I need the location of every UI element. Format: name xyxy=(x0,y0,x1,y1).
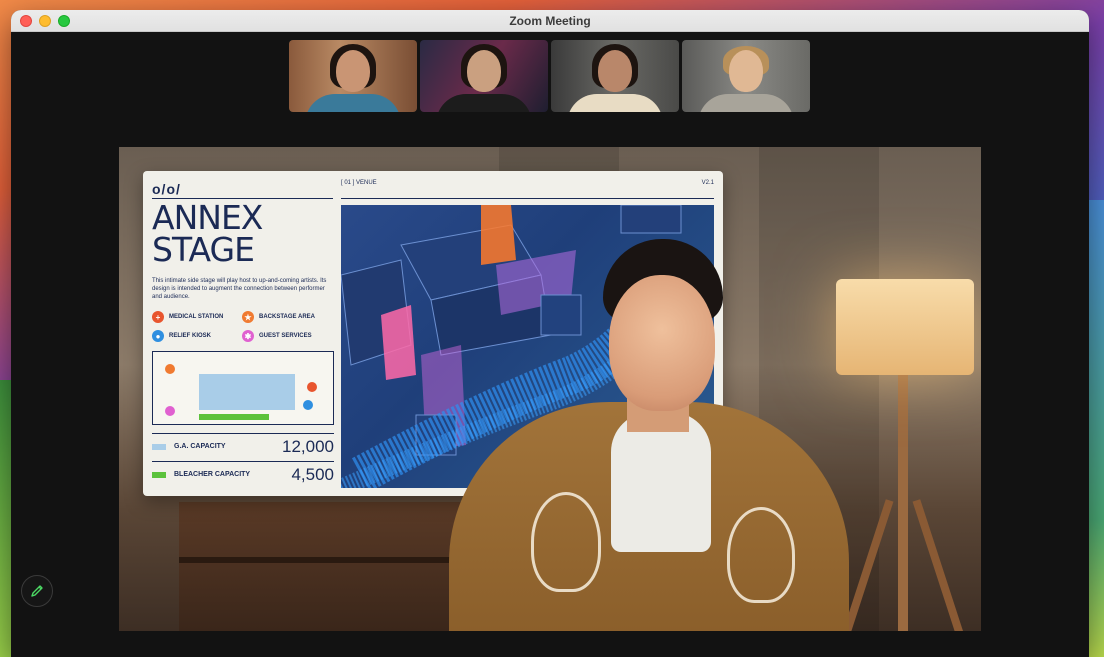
legend-label: RELIEF KIOSK xyxy=(169,333,212,339)
stat-value: 4,500 xyxy=(291,464,334,484)
medical-station-icon: + xyxy=(152,311,164,323)
minimap-ga-area xyxy=(199,374,295,410)
legend-label: GUEST SERVICES xyxy=(259,333,312,339)
lamp-shade xyxy=(836,279,974,375)
legend-item: ● RELIEF KIOSK xyxy=(152,330,242,342)
minimap-backstage-marker xyxy=(165,364,175,374)
legend-item: ★ BACKSTAGE AREA xyxy=(242,311,332,323)
participant-shoulders xyxy=(436,94,532,112)
shared-video-stage: o/o/ [ 01 ] VENUE V2.1 ANNEX STAGE This … xyxy=(119,147,981,631)
participant-face xyxy=(467,50,501,92)
annotate-button[interactable] xyxy=(21,575,53,607)
zoom-window: Zoom Meeting o/o/ [01] VENUE V2.1 ANNE… xyxy=(11,10,1089,657)
window-controls xyxy=(20,15,70,27)
legend-item: ✱ GUEST SERVICES xyxy=(242,330,332,342)
legend-item: + MEDICAL STATION xyxy=(152,311,242,323)
minimap-guest-services-marker xyxy=(165,406,175,416)
stat-swatch xyxy=(152,471,166,478)
slide-description: This intimate side stage will play host … xyxy=(152,278,327,300)
legend-label: MEDICAL STATION xyxy=(169,314,224,320)
jacket-embroidery xyxy=(727,507,795,603)
slide-logo: o/o/ xyxy=(152,181,181,197)
stat-label-group: G.A. CAPACITY xyxy=(152,443,226,450)
pencil-icon xyxy=(31,585,43,597)
lamp-leg xyxy=(912,499,964,631)
presenter-shirt xyxy=(611,412,711,552)
legend: + MEDICAL STATION ★ BACKSTAGE AREA ● REL… xyxy=(152,311,332,342)
lamp-pole xyxy=(898,375,908,631)
bleacher-capacity-stat: BLEACHER CAPACITY 4,500 xyxy=(152,461,334,487)
divider xyxy=(341,198,714,199)
participant-strip xyxy=(289,40,810,112)
ga-capacity-stat: G.A. CAPACITY 12,000 xyxy=(152,433,334,459)
participant-face xyxy=(336,50,370,92)
minimap-medical-marker xyxy=(307,382,317,392)
presenter-face xyxy=(609,275,715,411)
legend-label: BACKSTAGE AREA xyxy=(259,314,316,320)
stat-label: G.A. CAPACITY xyxy=(174,443,226,450)
window-title: Zoom Meeting xyxy=(509,13,591,28)
relief-kiosk-icon: ● xyxy=(152,330,164,342)
participant-face xyxy=(729,50,763,92)
minimap-bleachers xyxy=(199,414,269,420)
stat-value: 12,000 xyxy=(282,436,334,456)
fullscreen-window-button[interactable] xyxy=(58,15,70,27)
participant-shoulders xyxy=(305,94,401,112)
participant-face xyxy=(598,50,632,92)
participant-tile[interactable] xyxy=(551,40,679,112)
backstage-area-icon: ★ xyxy=(242,311,254,323)
stat-label-group: BLEACHER CAPACITY xyxy=(152,471,250,478)
participant-tile[interactable] xyxy=(682,40,810,112)
jacket-embroidery xyxy=(531,492,601,592)
participant-shoulders xyxy=(567,94,663,112)
close-window-button[interactable] xyxy=(20,15,32,27)
headline-line: STAGE xyxy=(152,230,255,269)
title-bar: Zoom Meeting xyxy=(11,10,1089,32)
venue-minimap xyxy=(152,351,334,425)
minimap-relief-kiosk-marker xyxy=(303,400,313,410)
slide-headline: ANNEX STAGE xyxy=(152,201,332,269)
stat-swatch xyxy=(152,443,166,450)
guest-services-icon: ✱ xyxy=(242,330,254,342)
version-label: V2.1 xyxy=(701,180,714,186)
venue-label: [ 01 ] VENUE xyxy=(341,180,377,186)
stat-label: BLEACHER CAPACITY xyxy=(174,471,251,478)
minimize-window-button[interactable] xyxy=(39,15,51,27)
participant-shoulders xyxy=(698,94,794,112)
participant-tile[interactable] xyxy=(420,40,548,112)
participant-tile[interactable] xyxy=(289,40,417,112)
